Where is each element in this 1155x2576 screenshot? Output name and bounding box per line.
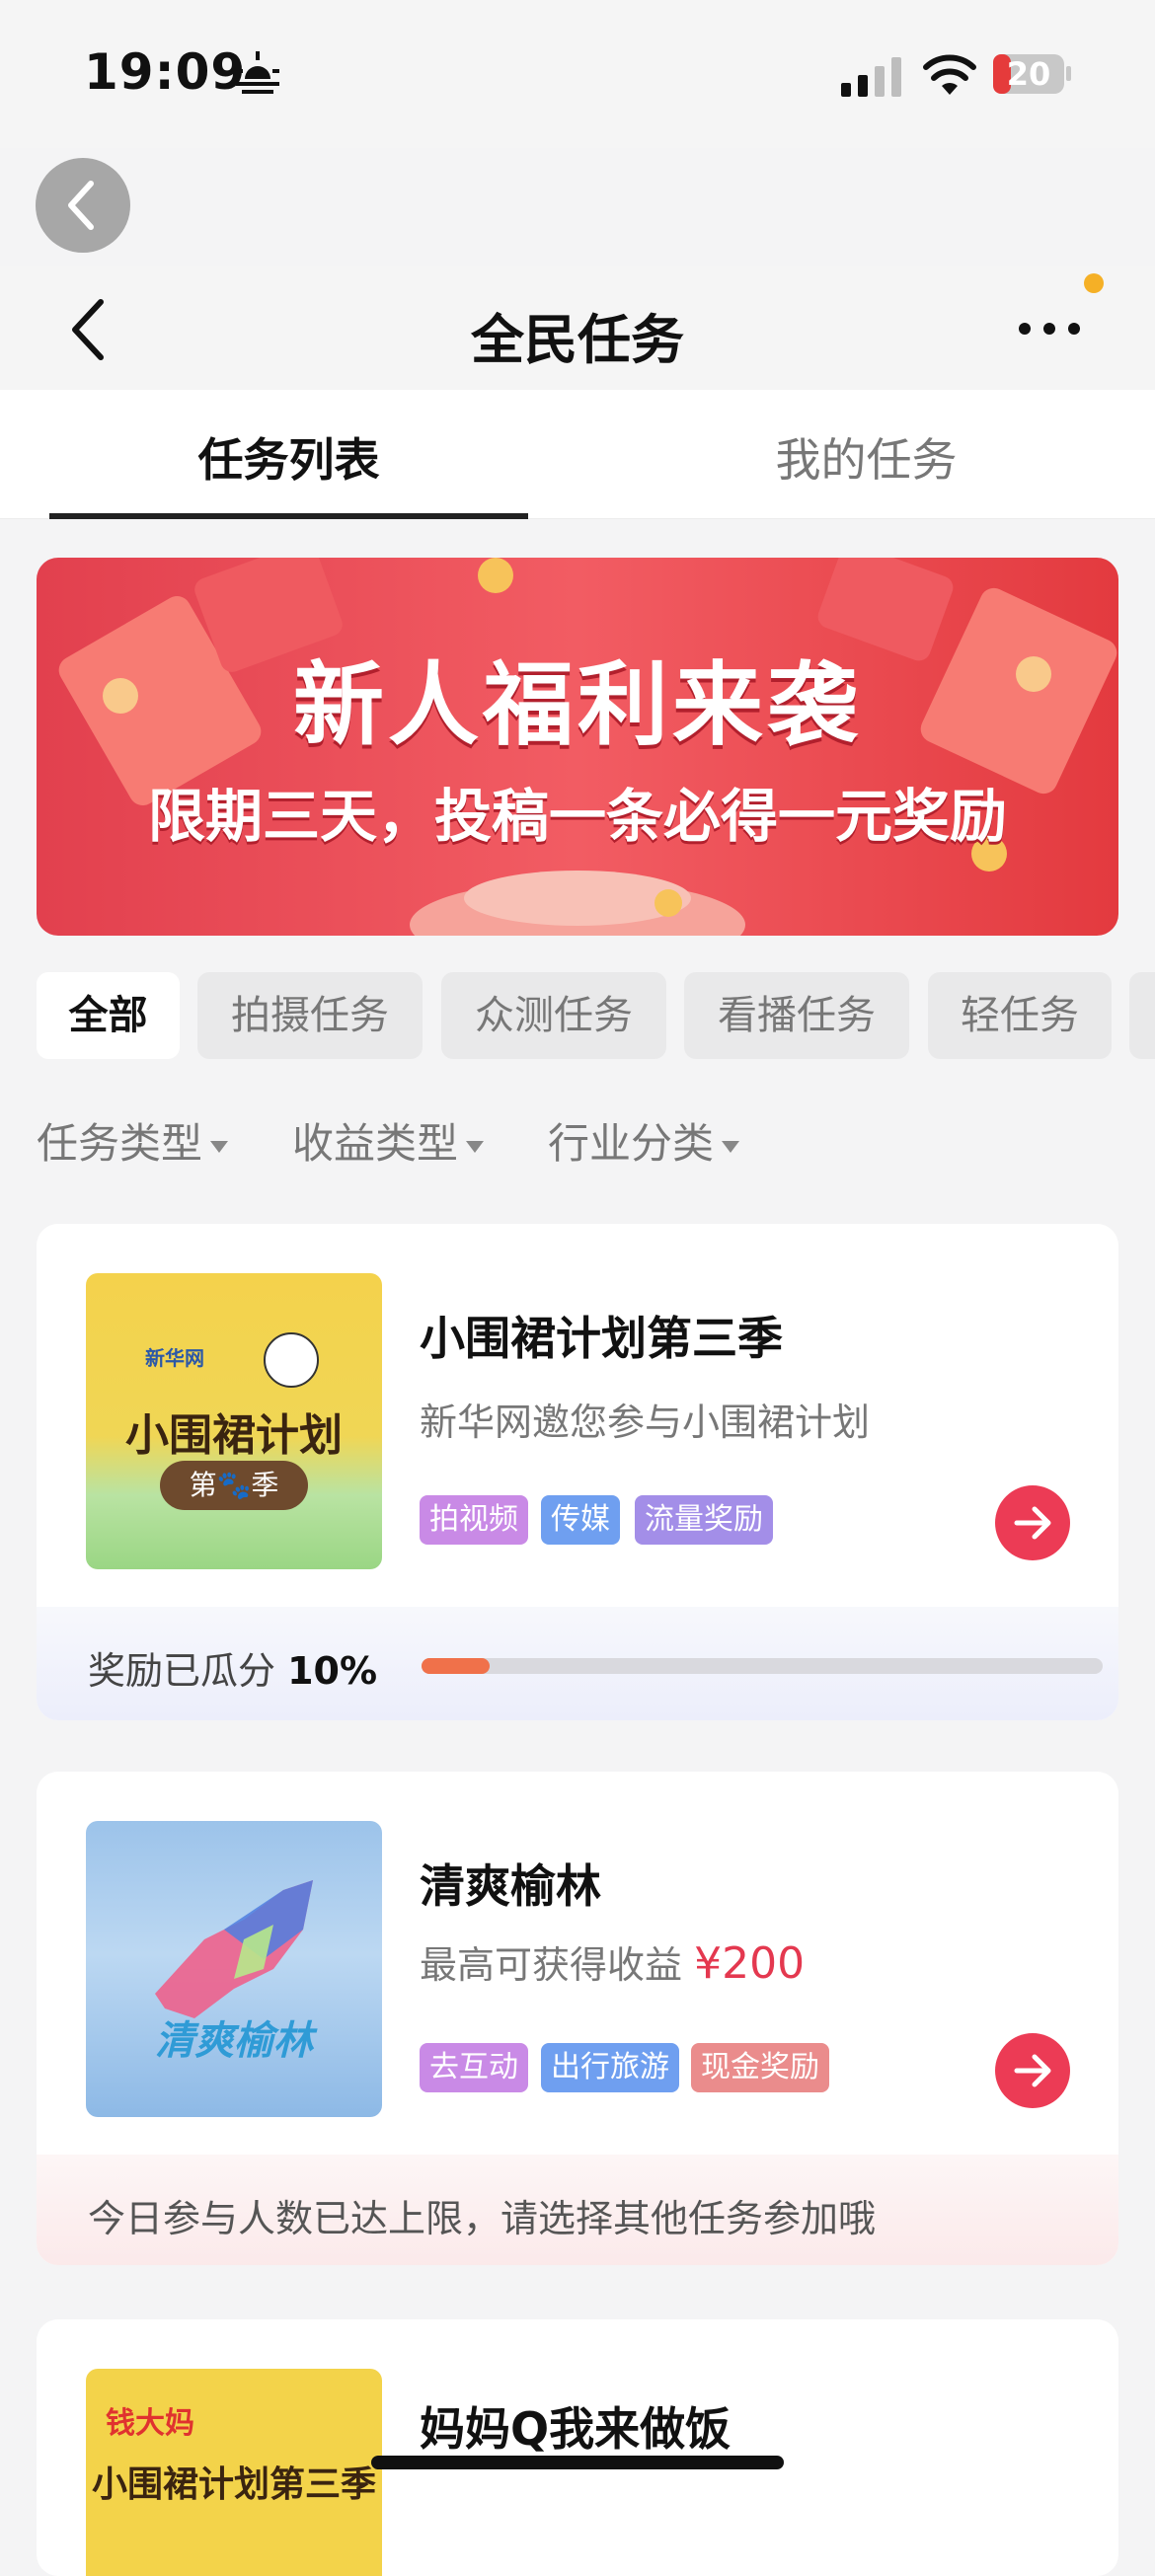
thumb-title: 小围裙计划	[125, 1410, 343, 1461]
more-options-icon[interactable]	[1015, 314, 1084, 343]
task-tag: 去互动	[420, 2043, 528, 2092]
active-tab-indicator	[49, 513, 528, 519]
chip-watch-live-tasks[interactable]: 看播任务	[684, 972, 909, 1059]
limit-notice-strip: 今日参与人数已达上限，请选择其他任务参加哦	[37, 2155, 1118, 2265]
chevron-left-icon	[68, 181, 94, 230]
arrow-right-icon	[1014, 1506, 1051, 1540]
task-tag: 传媒	[541, 1495, 620, 1545]
task-tag: 拍视频	[420, 1495, 528, 1545]
banner-subline: 限期三天，投稿一条必得一元奖励	[147, 783, 1007, 850]
thumb-season: 第🐾季	[160, 1461, 308, 1510]
thumb-logo: 钱大妈	[106, 2406, 194, 2441]
panda-logo-icon	[264, 1332, 319, 1388]
task-thumbnail: 新华网 小围裙计划 第🐾季	[86, 1273, 382, 1569]
task-tag: 出行旅游	[541, 2043, 679, 2092]
task-card[interactable]: 新华网 小围裙计划 第🐾季 小围裙计划第三季 新华网邀您参与小围裙计划 拍视频 …	[37, 1224, 1118, 1720]
task-title: 妈妈Q我来做饭	[420, 2402, 732, 2456]
task-thumbnail: 钱大妈 小围裙计划第三季	[86, 2369, 382, 2576]
floating-back-button[interactable]	[36, 158, 130, 253]
dropdown-label: 任务类型	[37, 1119, 203, 1168]
dropdown-label: 行业分类	[548, 1119, 715, 1168]
progress-label: 奖励已瓜分 10%	[88, 1649, 378, 1693]
task-tag: 现金奖励	[691, 2043, 829, 2092]
dropdown-income-type[interactable]: 收益类型	[292, 1110, 485, 1171]
caret-down-icon	[722, 1140, 740, 1153]
reward-progress-strip: 奖励已瓜分 10%	[37, 1607, 1118, 1720]
banner-headline: 新人福利来袭	[292, 652, 862, 758]
tab-task-list[interactable]: 任务列表	[49, 424, 528, 490]
caret-down-icon	[466, 1140, 485, 1153]
thumb-title: 小围裙计划第三季	[91, 2464, 376, 2505]
progress-track	[422, 1658, 1103, 1674]
task-tag: 流量奖励	[635, 1495, 773, 1545]
chip-overflow[interactable]	[1129, 972, 1155, 1059]
dropdown-label: 收益类型	[292, 1119, 459, 1168]
dropdown-industry[interactable]: 行业分类	[548, 1110, 740, 1171]
task-thumbnail: 清爽榆林	[86, 1821, 382, 2117]
task-card[interactable]: 清爽榆林 清爽榆林 最高可获得收益 ¥200 去互动 出行旅游 现金奖励 今日参…	[37, 1772, 1118, 2265]
battery-indicator: 20	[992, 53, 1073, 95]
task-subtitle: 最高可获得收益 ¥200	[420, 1938, 806, 1989]
go-to-task-button[interactable]	[995, 2033, 1070, 2108]
task-subtitle: 新华网邀您参与小围裙计划	[420, 1401, 871, 1444]
chip-crowdtest-tasks[interactable]: 众测任务	[441, 972, 666, 1059]
arrow-right-icon	[1014, 2054, 1051, 2087]
notification-dot	[1084, 273, 1104, 293]
home-indicator	[371, 2456, 784, 2469]
chip-shoot-tasks[interactable]: 拍摄任务	[197, 972, 423, 1059]
cellular-signal-icon	[841, 57, 901, 97]
thumb-logo: 新华网	[145, 1346, 204, 1370]
chip-light-tasks[interactable]: 轻任务	[928, 972, 1112, 1059]
task-card[interactable]: 钱大妈 小围裙计划第三季 妈妈Q我来做饭	[37, 2319, 1118, 2576]
limit-notice: 今日参与人数已达上限，请选择其他任务参加哦	[88, 2197, 877, 2240]
page-title: 全民任务	[471, 309, 684, 371]
max-income-value: ¥200	[694, 1938, 806, 1989]
chip-all[interactable]: 全部	[37, 972, 180, 1059]
wifi-icon	[923, 54, 976, 95]
progress-fill	[422, 1658, 490, 1674]
dropdown-task-type[interactable]: 任务类型	[37, 1110, 229, 1171]
thumb-text: 清爽榆林	[155, 2018, 313, 2064]
go-to-task-button[interactable]	[995, 1485, 1070, 1560]
yulin-map-logo-icon	[155, 1880, 313, 2018]
task-title: 小围裙计划第三季	[420, 1312, 783, 1365]
sunrise-icon	[236, 51, 279, 94]
task-title: 清爽榆林	[420, 1859, 601, 1913]
tab-my-tasks[interactable]: 我的任务	[627, 424, 1106, 490]
caret-down-icon	[210, 1140, 229, 1153]
battery-level: 20	[1006, 55, 1051, 93]
promo-banner[interactable]: 新人福利来袭 限期三天，投稿一条必得一元奖励	[37, 558, 1118, 936]
status-time: 19:09	[84, 43, 247, 101]
